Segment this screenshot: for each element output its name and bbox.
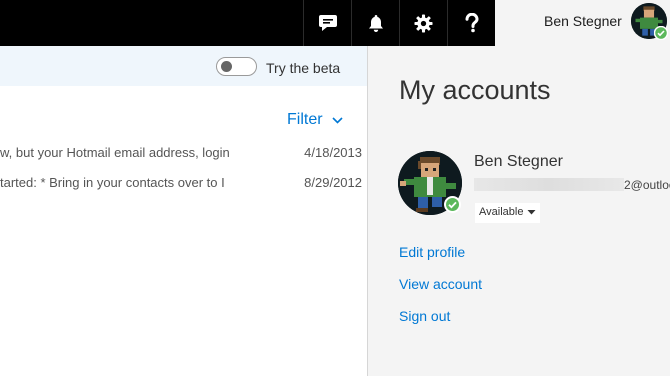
- chat-button[interactable]: [303, 0, 351, 46]
- sign-out-link[interactable]: Sign out: [399, 308, 450, 324]
- help-button[interactable]: [447, 0, 495, 46]
- message-snippet: tarted: * Bring in your contacts over to…: [0, 175, 225, 190]
- bell-icon: [368, 14, 383, 32]
- filter-button[interactable]: Filter: [287, 111, 343, 129]
- gear-icon: [414, 13, 433, 33]
- message-row[interactable]: w, but your Hotmail email address, login…: [0, 140, 367, 164]
- presence-available-icon: [444, 196, 461, 213]
- panel-title: My accounts: [399, 75, 551, 105]
- filter-label: Filter: [287, 111, 323, 128]
- beta-bar: Try the beta: [0, 46, 367, 86]
- view-account-link[interactable]: View account: [399, 276, 482, 292]
- help-icon: [465, 13, 479, 33]
- message-snippet: w, but your Hotmail email address, login: [0, 145, 230, 160]
- presence-status-dropdown[interactable]: Available: [475, 203, 541, 223]
- message-date: 8/29/2012: [304, 175, 362, 190]
- top-bar: [0, 0, 495, 46]
- chevron-down-icon: [331, 116, 343, 124]
- chat-icon: [318, 15, 337, 31]
- notifications-button[interactable]: [351, 0, 399, 46]
- edit-profile-link[interactable]: Edit profile: [399, 244, 465, 260]
- beta-toggle[interactable]: [216, 57, 257, 76]
- email-domain: 2@outlook: [624, 177, 670, 192]
- message-row[interactable]: tarted: * Bring in your contacts over to…: [0, 170, 367, 194]
- status-label: Available: [479, 206, 524, 218]
- presence-available-icon: [654, 26, 668, 40]
- toggle-knob: [221, 61, 232, 72]
- beta-label: Try the beta: [266, 60, 341, 76]
- account-email: 2@outlook: [474, 177, 670, 192]
- header-user-name[interactable]: Ben Stegner: [544, 13, 622, 29]
- message-date: 4/18/2013: [304, 145, 362, 160]
- account-name: Ben Stegner: [474, 153, 563, 170]
- email-redacted: [474, 178, 624, 192]
- settings-button[interactable]: [399, 0, 447, 46]
- caret-down-icon: [527, 210, 536, 215]
